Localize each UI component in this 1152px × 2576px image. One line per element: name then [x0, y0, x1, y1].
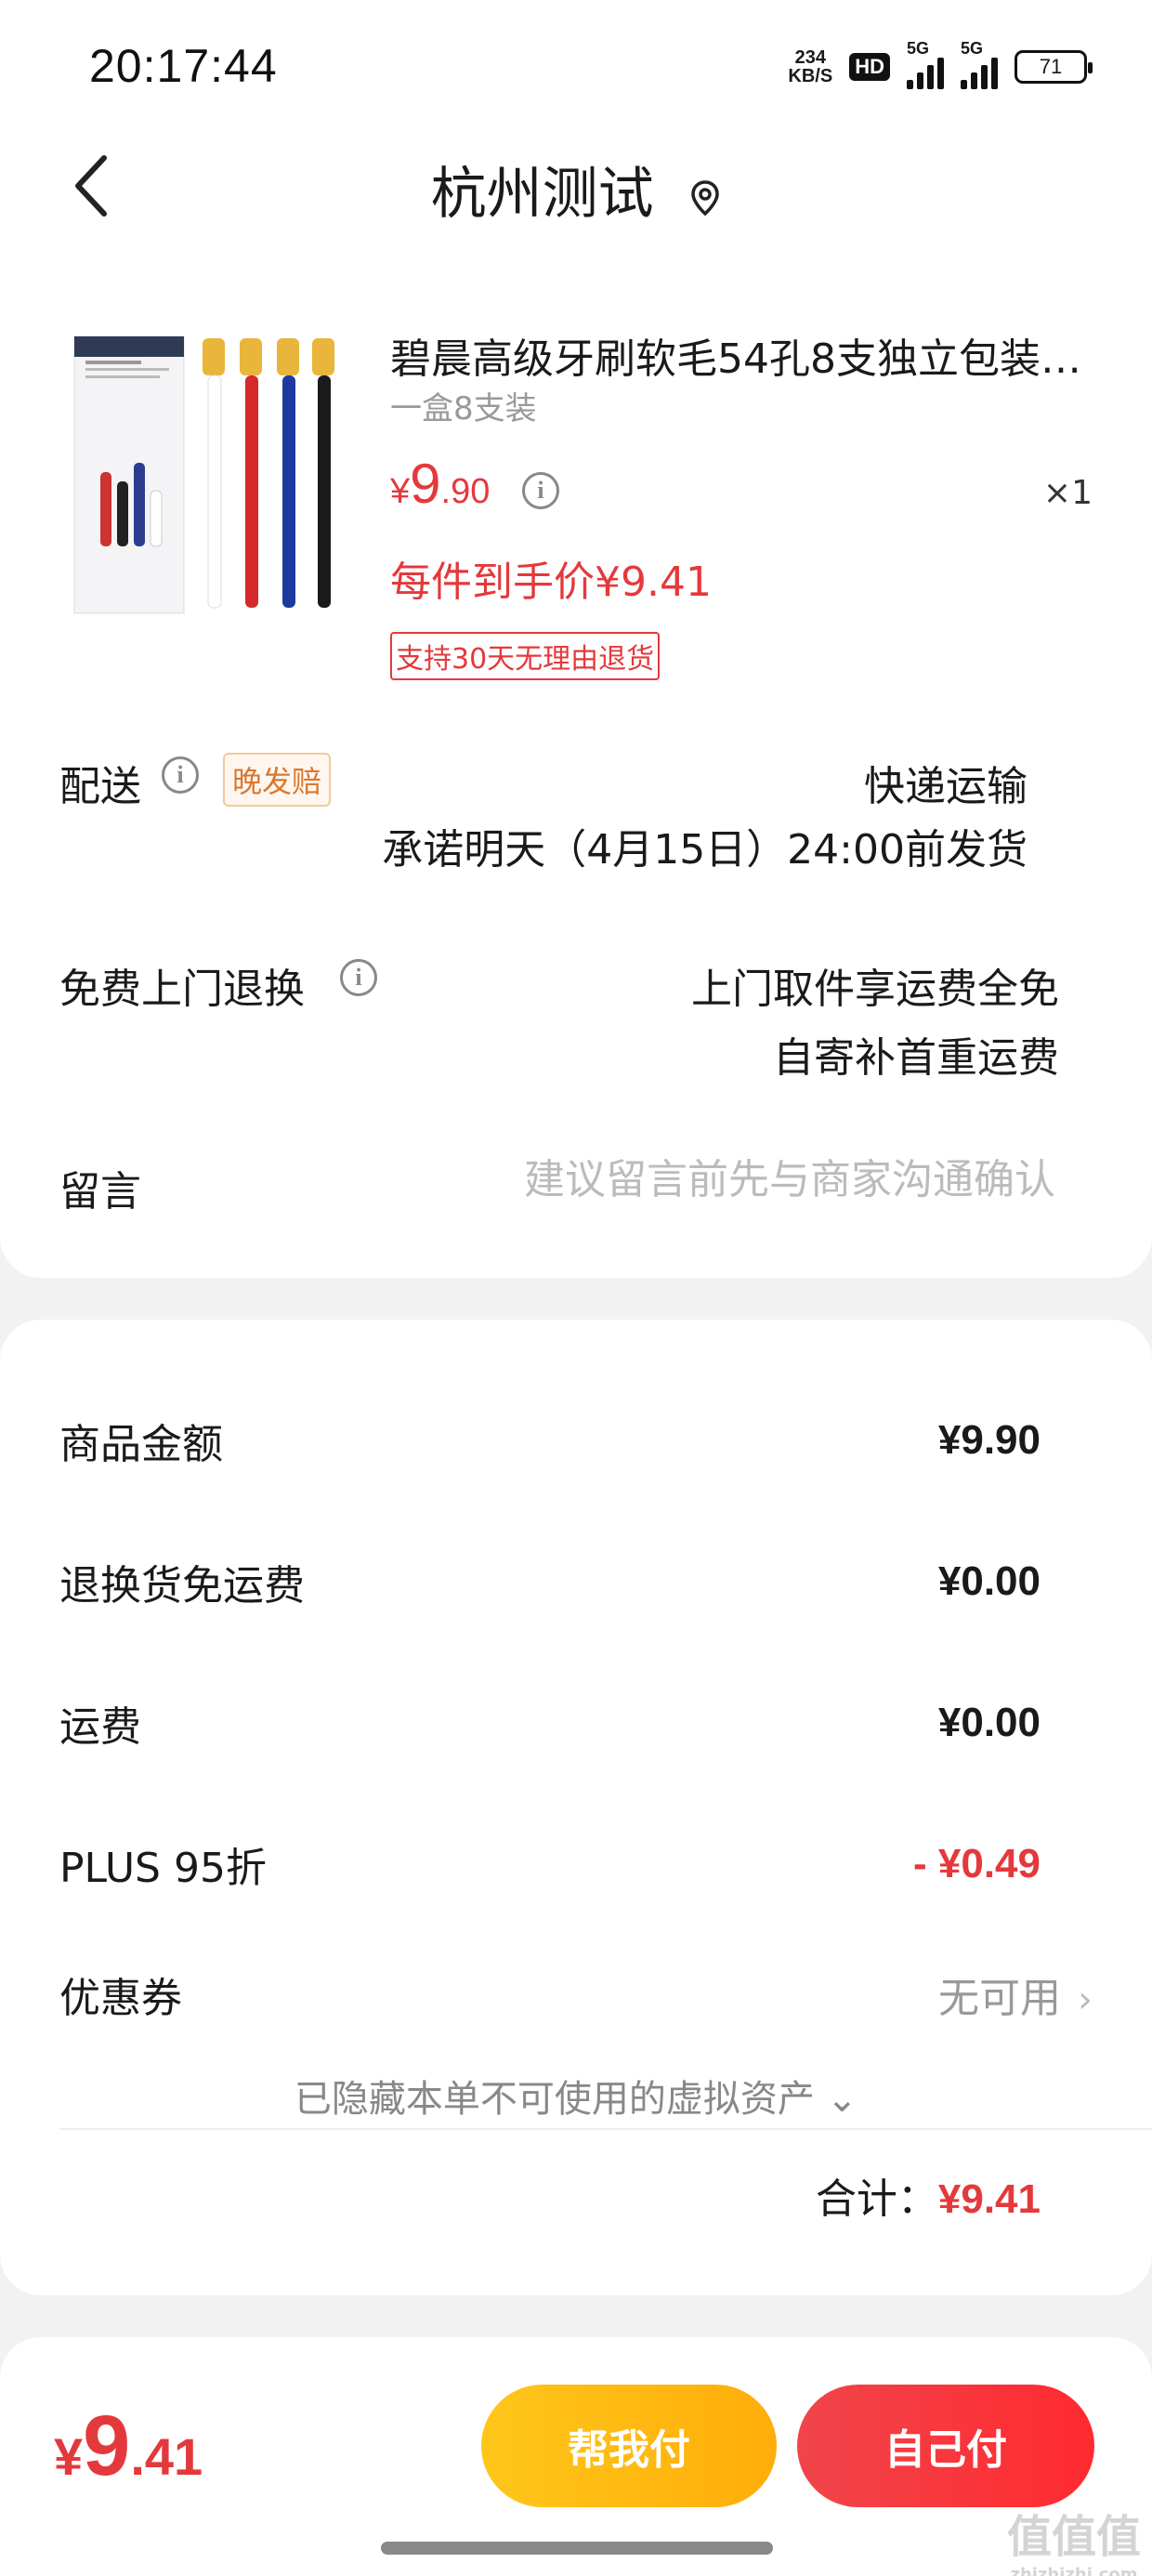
- total-value: ¥9.41: [937, 2176, 1041, 2222]
- hidden-assets-text: 已隐藏本单不可使用的虚拟资产: [294, 2078, 815, 2121]
- page-header: 杭州测试: [0, 130, 1152, 242]
- status-icons: 234 KB/S HD 5G 5G 71: [788, 39, 1093, 89]
- checkout-price-integer: 9: [83, 2399, 131, 2493]
- network-speed-value: 234: [794, 47, 826, 68]
- chevron-down-icon: ⌄: [826, 2078, 858, 2121]
- plus-discount-label: PLUS 95折: [59, 1845, 267, 1892]
- plus-discount-row: PLUS 95折 - ¥0.49: [59, 1834, 1041, 1894]
- price-currency: ¥: [390, 472, 411, 511]
- checkout-price-decimal: .41: [130, 2427, 203, 2486]
- checkout-price: ¥9.41: [54, 2398, 203, 2495]
- goods-amount-value: ¥9.90: [937, 1417, 1041, 1463]
- coupon-value: 无可用: [938, 1975, 1061, 2022]
- shipping-value: ¥0.00: [937, 1700, 1041, 1745]
- product-quantity: ×1: [1042, 474, 1093, 512]
- page-title-wrap[interactable]: 杭州测试: [0, 149, 1152, 230]
- goods-amount-row: 商品金额 ¥9.90: [59, 1411, 1041, 1470]
- delivery-method[interactable]: 快递运输: [864, 753, 1028, 812]
- return-shipping-label: 退换货免运费: [59, 1562, 305, 1610]
- chevron-right-icon: ›: [1078, 1978, 1093, 2021]
- help-pay-button[interactable]: 帮我付: [481, 2385, 777, 2507]
- network-speed: 234 KB/S: [788, 48, 832, 85]
- home-indicator[interactable]: [381, 2542, 773, 2555]
- status-time: 20:17:44: [89, 40, 278, 92]
- total-row: 合计：¥9.41: [816, 2165, 1041, 2225]
- divider: [59, 2128, 1152, 2130]
- network-speed-unit: KB/S: [788, 66, 833, 86]
- price-info-icon[interactable]: i: [522, 472, 559, 509]
- page-title: 杭州测试: [430, 163, 654, 225]
- coupon-label: 优惠券: [59, 1975, 182, 2022]
- free-return-pickup: 上门取件享运费全免: [691, 966, 1059, 1013]
- product-image[interactable]: [72, 333, 349, 621]
- delivery-promise: 承诺明天（4月15日）24:00前发货: [382, 826, 1028, 874]
- watermark-logo: 值值值 zhizhizhi.com: [1007, 2500, 1141, 2576]
- hidden-assets-toggle[interactable]: 已隐藏本单不可使用的虚拟资产 ⌄: [0, 2069, 1152, 2123]
- total-label: 合计：: [815, 2175, 938, 2223]
- watermark-text: 值值值: [1006, 2511, 1141, 2563]
- shipping-label: 运费: [59, 1703, 141, 1751]
- battery-icon: 71: [1015, 50, 1093, 84]
- product-spec: 一盒8支装: [390, 390, 537, 427]
- message-input[interactable]: [405, 1156, 1055, 1203]
- late-delivery-badge[interactable]: 晚发赔: [223, 753, 332, 807]
- signal-5g-icon: 5G: [907, 39, 944, 89]
- free-return-label: 免费上门退换: [59, 966, 305, 1013]
- self-pay-button[interactable]: 自己付: [797, 2385, 1094, 2507]
- delivery-label: 配送: [59, 763, 141, 810]
- product-price: ¥9.90: [390, 452, 490, 516]
- product-name[interactable]: 碧晨高级牙刷软毛54孔8支独立包装…: [390, 325, 1096, 385]
- hd-icon: HD: [849, 53, 890, 81]
- price-decimal: .90: [440, 472, 491, 511]
- shipping-row: 运费 ¥0.00: [59, 1693, 1041, 1753]
- hand-price: 每件到手价¥9.41: [390, 559, 712, 606]
- delivery-info-icon[interactable]: i: [162, 756, 199, 794]
- coupon-row[interactable]: 优惠券 无可用 ›: [59, 1965, 1093, 2024]
- signal-label: 5G: [907, 39, 930, 58]
- return-shipping-value: ¥0.00: [937, 1558, 1041, 1604]
- plus-discount-value: - ¥0.49: [913, 1841, 1041, 1886]
- return-shipping-row: 退换货免运费 ¥0.00: [59, 1552, 1041, 1611]
- return-policy-badge: 支持30天无理由退货: [390, 632, 661, 680]
- location-pin-icon: [691, 180, 720, 217]
- order-detail-card: 碧晨高级牙刷软毛54孔8支独立包装… 一盒8支装 ¥9.90 i ×1 每件到手…: [0, 242, 1152, 1278]
- goods-amount-label: 商品金额: [59, 1421, 223, 1468]
- checkout-price-currency: ¥: [54, 2427, 84, 2486]
- message-label: 留言: [59, 1168, 141, 1216]
- free-return-info-icon[interactable]: i: [340, 959, 377, 996]
- free-return-self-ship: 自寄补首重运费: [773, 1034, 1059, 1082]
- status-bar: 20:17:44 234 KB/S HD 5G 5G 71: [0, 0, 1152, 130]
- price-integer: 9: [410, 453, 441, 515]
- signal-5g-icon-2: 5G: [961, 39, 998, 89]
- watermark-url: zhizhizhi.com: [1010, 2565, 1138, 2576]
- signal-label-2: 5G: [961, 39, 984, 58]
